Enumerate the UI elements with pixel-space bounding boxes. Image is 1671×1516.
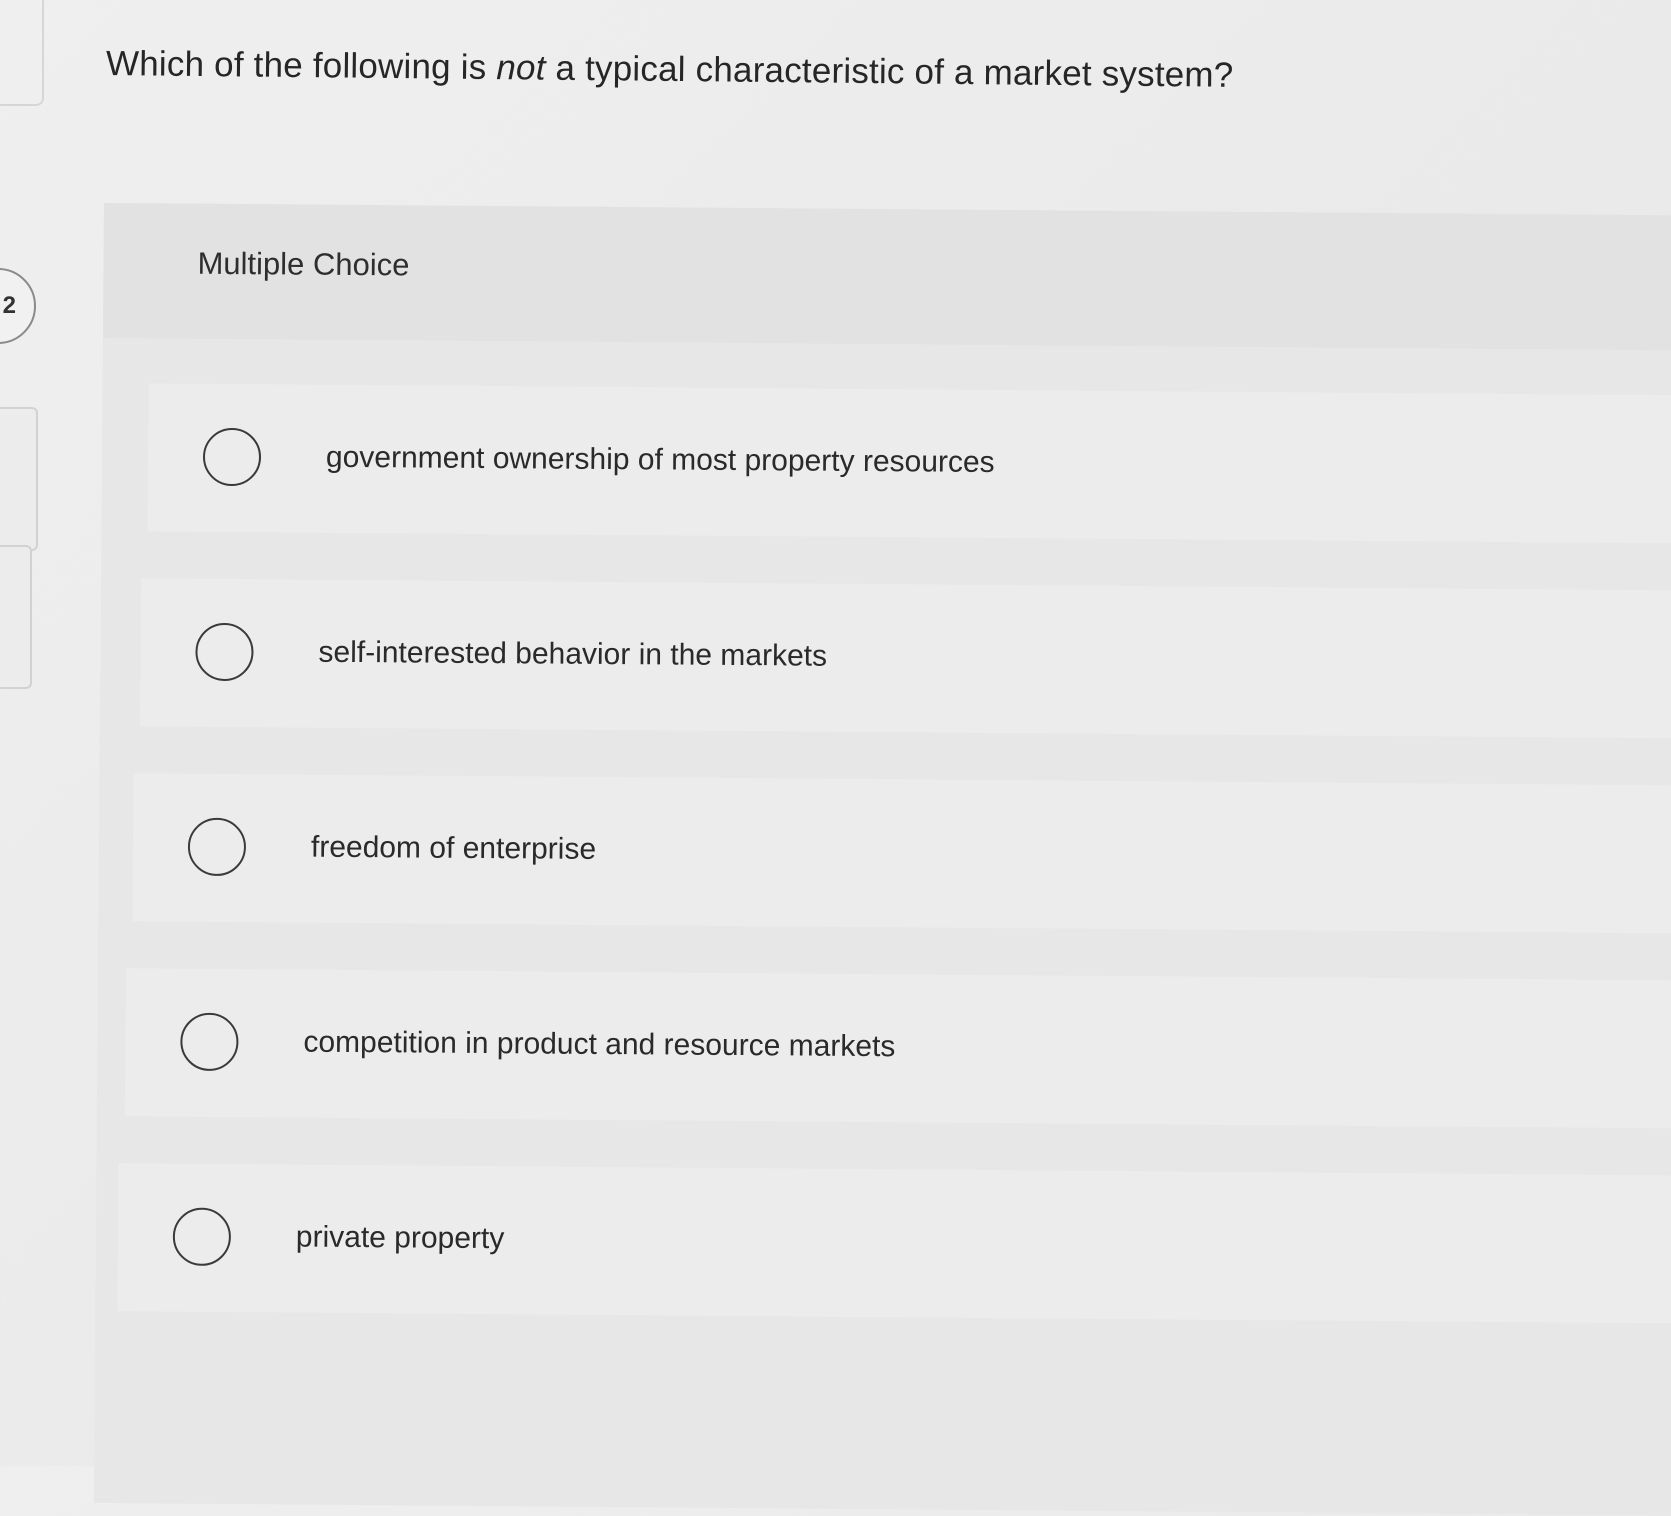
radio-button-icon[interactable] (187, 817, 247, 877)
answer-option-3[interactable]: freedom of enterprise (132, 773, 1671, 934)
multiple-choice-panel: Multiple Choice government ownership of … (93, 203, 1671, 1516)
radio-button-icon[interactable] (202, 427, 262, 487)
answer-option-text: private property (295, 1220, 505, 1256)
answer-option-text: government ownership of most property re… (325, 440, 995, 480)
question-prompt: Which of the following is not a typical … (106, 44, 1234, 96)
radio-button-icon[interactable] (180, 1012, 239, 1072)
answer-option-text: freedom of enterprise (310, 830, 597, 866)
question-emphasis: not (496, 48, 546, 88)
question-prefix: Which of the following is (105, 44, 497, 88)
left-edge-tool-bottom[interactable] (0, 545, 32, 689)
answer-option-5[interactable]: private property (117, 1163, 1671, 1324)
answer-option-4[interactable]: competition in product and resource mark… (124, 968, 1671, 1129)
radio-button-icon[interactable] (195, 622, 254, 682)
multiple-choice-label: Multiple Choice (197, 245, 410, 283)
multiple-choice-header: Multiple Choice (102, 203, 1671, 351)
left-edge-tool-top[interactable] (0, 407, 38, 551)
answer-option-2[interactable]: self-interested behavior in the markets (139, 578, 1671, 739)
radio-button-icon[interactable] (172, 1207, 232, 1267)
question-number: 2 (2, 292, 16, 319)
left-edge-card (0, 0, 44, 106)
question-number-badge[interactable]: 2 (0, 268, 36, 344)
answer-option-text: self-interested behavior in the markets (318, 635, 828, 673)
answer-option-text: competition in product and resource mark… (303, 1025, 896, 1064)
question-suffix: a typical characteristic of a market sys… (545, 48, 1234, 95)
answer-option-1[interactable]: government ownership of most property re… (147, 383, 1671, 544)
